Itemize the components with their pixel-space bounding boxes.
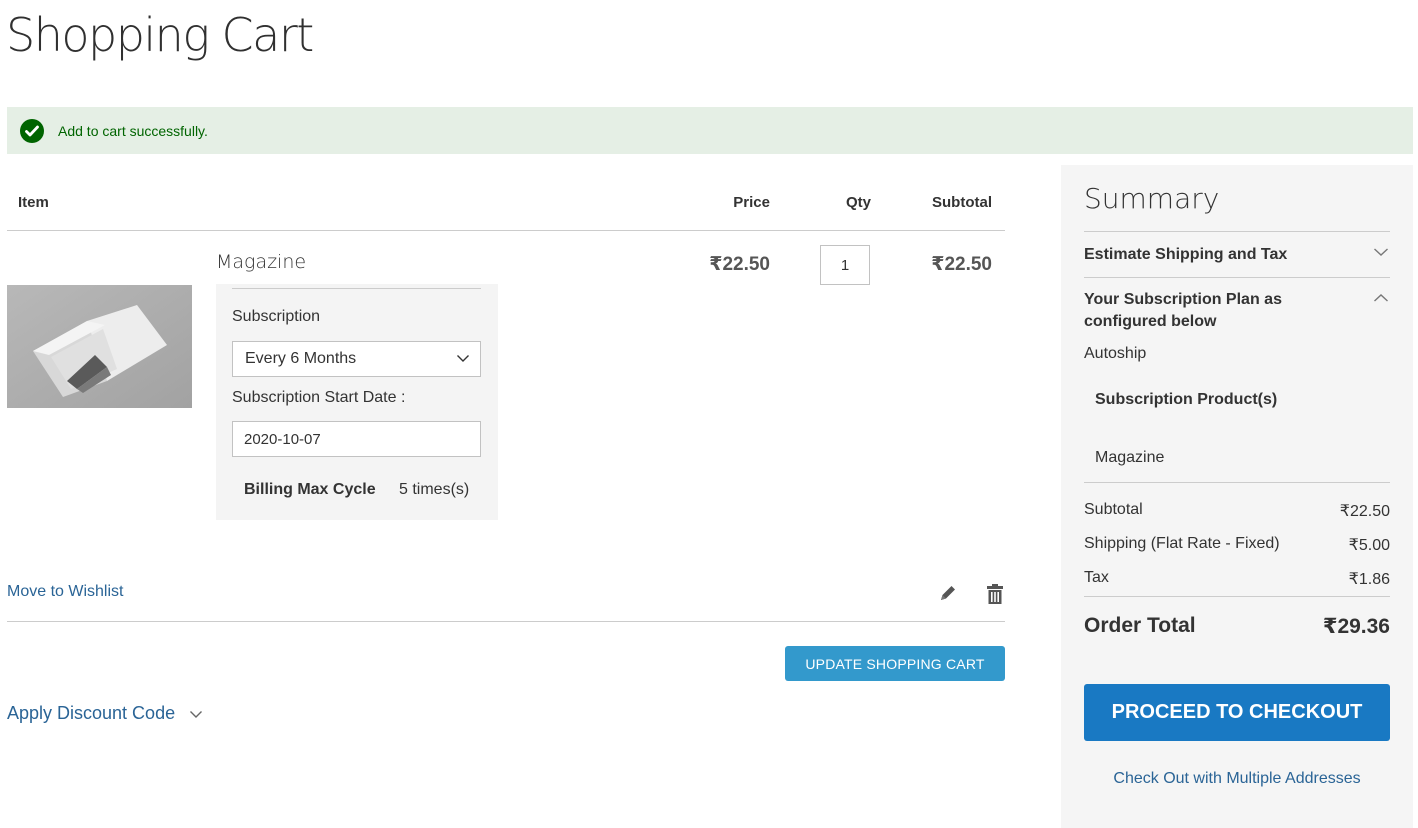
subscription-products-heading: Subscription Product(s) bbox=[1095, 391, 1278, 408]
subscription-select[interactable]: Every 6 Months bbox=[232, 341, 481, 377]
product-name-link[interactable]: Magazine bbox=[216, 251, 306, 273]
chevron-down-icon[interactable] bbox=[1373, 247, 1389, 257]
tax-value: ₹1.86 bbox=[1348, 571, 1390, 588]
column-header-subtotal: Subtotal bbox=[932, 194, 992, 211]
divider bbox=[1084, 231, 1390, 232]
success-message-text: Add to cart successfully. bbox=[58, 122, 208, 139]
estimate-shipping-toggle[interactable]: Estimate Shipping and Tax bbox=[1084, 244, 1287, 266]
start-date-input[interactable] bbox=[232, 421, 481, 457]
qty-input[interactable] bbox=[820, 245, 870, 285]
chevron-down-icon bbox=[457, 355, 469, 362]
subscription-label: Subscription bbox=[232, 308, 321, 325]
start-date-label: Subscription Start Date : bbox=[232, 389, 406, 406]
pencil-icon[interactable] bbox=[938, 583, 958, 608]
page-title: Shopping Cart bbox=[6, 8, 314, 62]
divider bbox=[1084, 596, 1390, 597]
order-total-label: Order Total bbox=[1084, 614, 1196, 637]
subtotal-value: ₹22.50 bbox=[1339, 503, 1390, 520]
subscription-selected-value: Every 6 Months bbox=[245, 350, 357, 367]
billing-max-cycle-value: 5 times(s) bbox=[399, 481, 470, 498]
move-to-wishlist-link[interactable]: Move to Wishlist bbox=[7, 583, 123, 601]
apply-discount-code-label: Apply Discount Code bbox=[7, 703, 176, 723]
trash-icon[interactable] bbox=[986, 583, 1004, 610]
chevron-up-icon[interactable] bbox=[1373, 293, 1389, 303]
multiple-addresses-checkout-link[interactable]: Check Out with Multiple Addresses bbox=[1061, 770, 1413, 788]
tax-label: Tax bbox=[1084, 569, 1109, 586]
chevron-down-icon bbox=[190, 710, 203, 718]
divider bbox=[1084, 277, 1390, 278]
column-header-item: Item bbox=[18, 194, 49, 211]
proceed-to-checkout-button[interactable]: PROCEED TO CHECKOUT bbox=[1084, 684, 1390, 741]
shipping-value: ₹5.00 bbox=[1348, 537, 1390, 554]
divider bbox=[7, 621, 1005, 622]
apply-discount-code-toggle[interactable]: Apply Discount Code bbox=[7, 703, 203, 724]
check-circle-icon bbox=[20, 118, 44, 143]
product-image[interactable] bbox=[7, 285, 192, 408]
success-message: Add to cart successfully. bbox=[7, 107, 1413, 154]
subscription-product-item: Magazine bbox=[1095, 449, 1165, 466]
column-header-qty: Qty bbox=[845, 194, 871, 211]
divider bbox=[1084, 482, 1390, 483]
update-shopping-cart-button[interactable]: UPDATE SHOPPING CART bbox=[785, 646, 1005, 681]
item-price: ₹22.50 bbox=[709, 254, 770, 275]
subscription-options: Subscription Every 6 Months Subscription… bbox=[216, 284, 498, 520]
subscription-plan-toggle[interactable]: Your Subscription Plan as configured bel… bbox=[1084, 289, 1314, 333]
column-header-price: Price bbox=[733, 194, 770, 211]
divider bbox=[7, 230, 1005, 231]
order-summary: Summary Estimate Shipping and Tax Your S… bbox=[1061, 165, 1413, 828]
order-total-value: ₹29.36 bbox=[1322, 615, 1390, 638]
summary-title: Summary bbox=[1084, 182, 1220, 215]
shipping-label: Shipping (Flat Rate - Fixed) bbox=[1084, 535, 1280, 552]
item-subtotal: ₹22.50 bbox=[931, 254, 992, 275]
divider bbox=[232, 288, 481, 289]
billing-max-cycle-label: Billing Max Cycle bbox=[244, 481, 376, 498]
subtotal-label: Subtotal bbox=[1084, 501, 1143, 518]
plan-type: Autoship bbox=[1084, 345, 1147, 362]
